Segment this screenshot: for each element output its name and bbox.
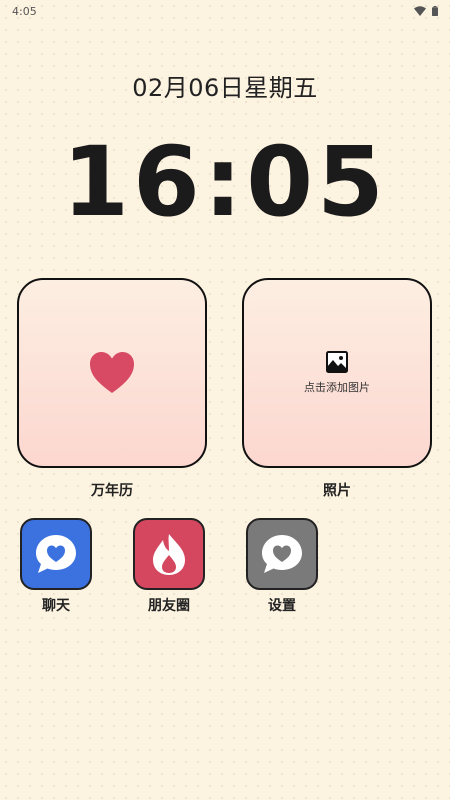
lock-clock: 16:05 [62,126,388,238]
app-moments[interactable]: 朋友圈 [132,518,206,615]
app-moments-label: 朋友圈 [148,598,190,614]
status-time: 4:05 [12,4,37,18]
photo-widget-label: 照片 [323,483,351,499]
wifi-icon [414,6,426,16]
app-settings[interactable]: 设置 [245,518,319,615]
app-chat[interactable]: 聊天 [19,518,93,615]
photo-widget[interactable]: 点击添加图片 [242,278,432,468]
flame-icon [153,534,185,575]
calendar-widget-label: 万年历 [91,483,133,499]
calendar-widget[interactable] [17,278,207,468]
app-settings-label: 设置 [268,598,296,614]
app-settings-icon-tile[interactable] [246,518,318,590]
battery-icon [432,6,438,16]
image-icon [326,351,348,373]
app-chat-label: 聊天 [42,598,70,614]
status-bar: 4:05 [0,0,450,22]
add-photo-hint: 点击添加图片 [304,381,370,394]
lock-date: 02月06日星期五 [132,74,318,102]
status-icons [414,6,438,16]
chat-heart-icon [36,535,76,573]
app-moments-icon-tile[interactable] [133,518,205,590]
chat-heart-icon [262,535,302,573]
app-chat-icon-tile[interactable] [20,518,92,590]
heart-icon [90,352,134,393]
